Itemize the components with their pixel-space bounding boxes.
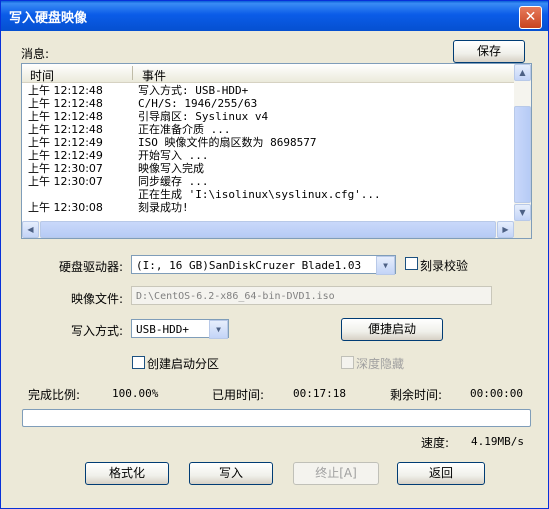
- log-row[interactable]: 上午 12:12:48 写入方式: USB-HDD+: [22, 84, 514, 97]
- column-header-time[interactable]: 时间: [30, 67, 54, 84]
- scroll-down-icon[interactable]: ▼: [514, 204, 531, 221]
- log-row-event: C/H/S: 1946/255/63: [138, 97, 258, 110]
- message-log[interactable]: 时间 事件 上午 12:12:48 写入方式: USB-HDD+ 上午 12:12:…: [21, 63, 532, 239]
- log-row[interactable]: 上午 12:30:08 刻录成功!: [22, 201, 514, 214]
- log-row[interactable]: 上午 12:12:49 ISO 映像文件的扇区数为 8698577: [22, 136, 514, 149]
- chevron-down-icon[interactable]: ▼: [209, 320, 228, 339]
- back-button[interactable]: 返回: [397, 462, 485, 485]
- create-partition-label[interactable]: 创建启动分区: [147, 355, 219, 372]
- log-row[interactable]: 上午 12:30:07 同步缓存 ...: [22, 175, 514, 188]
- log-row-event: 映像写入完成: [138, 162, 204, 175]
- progress-fill: [24, 411, 529, 425]
- format-button[interactable]: 格式化: [85, 462, 169, 485]
- log-row-time: 上午 12:30:07: [28, 175, 103, 188]
- write-method-select[interactable]: USB-HDD+ ▼: [131, 319, 229, 339]
- log-row[interactable]: 上午 12:12:48 C/H/S: 1946/255/63: [22, 97, 514, 110]
- log-row-event: 正在准备介质 ...: [138, 123, 231, 136]
- log-row[interactable]: 上午 12:12:48 正在准备介质 ...: [22, 123, 514, 136]
- save-button[interactable]: 保存: [453, 40, 525, 63]
- verify-checkbox[interactable]: [405, 257, 418, 270]
- log-row-event: 开始写入 ...: [138, 149, 209, 162]
- log-row-event: 写入方式: USB-HDD+: [138, 84, 249, 97]
- image-file-label: 映像文件:: [71, 292, 124, 306]
- scroll-up-icon[interactable]: ▲: [514, 64, 531, 81]
- scroll-corner: [514, 221, 531, 238]
- elapsed-label: 已用时间:: [212, 388, 265, 402]
- progress-bar: [22, 409, 531, 427]
- log-row[interactable]: 上午 12:12:49 开始写入 ...: [22, 149, 514, 162]
- close-button[interactable]: ✕: [519, 6, 542, 29]
- log-row-time: 上午 12:30:08: [28, 201, 103, 214]
- speed-value: 4.19MB/s: [471, 435, 524, 448]
- scroll-left-icon[interactable]: ◀: [22, 221, 39, 238]
- log-row-event: 正在生成 'I:\isolinux\syslinux.cfg'...: [138, 188, 381, 201]
- log-row-time: 上午 12:12:48: [28, 84, 103, 97]
- window-title: 写入硬盘映像: [9, 11, 88, 26]
- log-header: 时间 事件: [22, 64, 514, 83]
- horizontal-scroll-thumb[interactable]: [40, 221, 496, 238]
- elapsed-value: 00:17:18: [293, 387, 346, 400]
- log-row-time: 上午 12:12:49: [28, 149, 103, 162]
- dialog-window: 写入硬盘映像 ✕ 消息: 保存 时间 事件 上午 12:12:48 写入方式: U…: [0, 0, 549, 509]
- create-partition-checkbox[interactable]: [132, 356, 145, 369]
- remaining-label: 剩余时间:: [390, 388, 443, 402]
- drive-select-value: (I:, 16 GB)SanDiskCruzer Blade1.03: [136, 259, 362, 272]
- write-button[interactable]: 写入: [189, 462, 273, 485]
- column-separator[interactable]: [132, 66, 133, 80]
- messages-label: 消息:: [21, 47, 50, 61]
- log-row-time: 上午 12:12:48: [28, 123, 103, 136]
- hidden-label: 深度隐藏: [356, 357, 405, 371]
- log-rows: 上午 12:12:48 写入方式: USB-HDD+ 上午 12:12:48 C/H/…: [22, 84, 514, 214]
- log-row-event: 同步缓存 ...: [138, 175, 209, 188]
- log-row-time: 上午 12:12:49: [28, 136, 103, 149]
- drive-select[interactable]: (I:, 16 GB)SanDiskCruzer Blade1.03 ▼: [131, 255, 396, 275]
- percent-value: 100.00%: [112, 387, 159, 400]
- write-method-label: 写入方式:: [71, 324, 124, 338]
- scroll-right-icon[interactable]: ▶: [497, 221, 514, 238]
- log-row-time: 上午 12:12:48: [28, 97, 103, 110]
- verify-label[interactable]: 刻录校验: [420, 257, 468, 274]
- speed-label: 速度:: [421, 436, 450, 450]
- horizontal-scrollbar[interactable]: ◀ ▶: [22, 221, 514, 238]
- drive-label: 硬盘驱动器:: [59, 260, 124, 274]
- hidden-checkbox[interactable]: [341, 356, 354, 369]
- quick-boot-button[interactable]: 便捷启动: [341, 318, 443, 341]
- image-file-field[interactable]: D:\CentOS-6.2-x86_64-bin-DVD1.iso: [131, 286, 492, 305]
- percent-label: 完成比例:: [28, 388, 81, 402]
- log-row[interactable]: 正在生成 'I:\isolinux\syslinux.cfg'...: [22, 188, 514, 201]
- log-row-time: 上午 12:30:07: [28, 162, 103, 175]
- log-row-event: 刻录成功!: [138, 201, 189, 214]
- log-row[interactable]: 上午 12:12:48 引导扇区: Syslinux v4: [22, 110, 514, 123]
- chevron-down-icon[interactable]: ▼: [376, 256, 395, 275]
- remaining-value: 00:00:00: [470, 387, 523, 400]
- log-row-event: 引导扇区: Syslinux v4: [138, 110, 269, 123]
- abort-button[interactable]: 终止[A]: [293, 462, 379, 485]
- log-row[interactable]: 上午 12:30:07 映像写入完成: [22, 162, 514, 175]
- log-row-time: 上午 12:12:48: [28, 110, 103, 123]
- column-header-event[interactable]: 事件: [142, 67, 166, 84]
- write-method-value: USB-HDD+: [136, 323, 189, 336]
- vertical-scrollbar[interactable]: ▲ ▼: [514, 64, 531, 221]
- title-bar[interactable]: 写入硬盘映像 ✕: [1, 1, 548, 31]
- vertical-scroll-thumb[interactable]: [514, 106, 531, 203]
- log-row-event: ISO 映像文件的扇区数为 8698577: [138, 136, 317, 149]
